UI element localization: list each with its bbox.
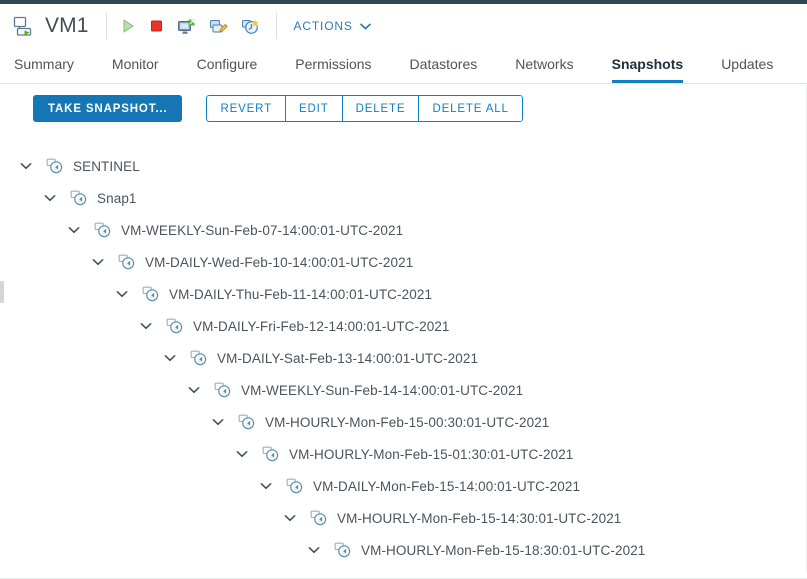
chevron-down-icon[interactable]	[114, 286, 130, 302]
tab-bar: Summary Monitor Configure Permissions Da…	[0, 48, 807, 84]
tree-node-label: VM-HOURLY-Mon-Feb-15-18:30:01-UTC-2021	[361, 542, 646, 558]
tree-node-label: VM-HOURLY-Mon-Feb-15-00:30:01-UTC-2021	[265, 414, 550, 430]
snapshot-icon	[46, 158, 63, 174]
tree-node-label: VM-HOURLY-Mon-Feb-15-14:30:01-UTC-2021	[337, 510, 622, 526]
tree-row[interactable]: VM-HOURLY-Mon-Feb-15-18:30:01-UTC-2021	[0, 534, 807, 566]
tree-node-label: VM-WEEKLY-Sun-Feb-14-14:00:01-UTC-2021	[241, 382, 524, 398]
object-header: VM1 ACTIONS	[0, 4, 807, 48]
take-snapshot-icon[interactable]	[241, 18, 260, 35]
snapshot-icon	[214, 382, 231, 398]
tree-node-label: VM-DAILY-Thu-Feb-11-14:00:01-UTC-2021	[169, 286, 433, 302]
launch-remote-console-icon[interactable]	[177, 18, 196, 35]
tree-node-label: VM-WEEKLY-Sun-Feb-07-14:00:01-UTC-2021	[121, 222, 404, 238]
power-off-icon[interactable]	[149, 18, 164, 34]
tree-row[interactable]: VM-DAILY-Mon-Feb-15-14:00:01-UTC-2021	[0, 470, 807, 502]
tab-datastores[interactable]: Datastores	[410, 57, 478, 83]
snapshot-icon	[94, 222, 111, 238]
chevron-down-icon[interactable]	[42, 190, 58, 206]
snapshot-icon	[70, 190, 87, 206]
tree-row[interactable]: VM-DAILY-Wed-Feb-10-14:00:01-UTC-2021	[0, 246, 807, 278]
tree-row[interactable]: VM-WEEKLY-Sun-Feb-14-14:00:01-UTC-2021	[0, 374, 807, 406]
tree-row[interactable]: VM-DAILY-Sat-Feb-13-14:00:01-UTC-2021	[0, 342, 807, 374]
snapshot-toolbar: TAKE SNAPSHOT... REVERT EDIT DELETE DELE…	[33, 95, 523, 122]
chevron-down-icon[interactable]	[234, 446, 250, 462]
tree-row[interactable]: VM-DAILY-Thu-Feb-11-14:00:01-UTC-2021	[0, 278, 807, 310]
vm-operation-toolbar	[121, 18, 260, 35]
tab-summary[interactable]: Summary	[14, 57, 74, 83]
virtual-machine-powered-on-icon	[13, 16, 32, 36]
tree-row[interactable]: Snap1	[0, 182, 807, 214]
chevron-down-icon[interactable]	[186, 382, 202, 398]
edit-settings-icon[interactable]	[209, 18, 229, 35]
chevron-down-icon[interactable]	[66, 222, 82, 238]
snapshot-icon	[262, 446, 279, 462]
chevron-down-icon[interactable]	[210, 414, 226, 430]
snapshot-icon	[310, 510, 327, 526]
tree-row[interactable]: VM-HOURLY-Mon-Feb-15-14:30:01-UTC-2021	[0, 502, 807, 534]
take-snapshot-button[interactable]: TAKE SNAPSHOT...	[33, 95, 183, 122]
tree-row[interactable]: VM-HOURLY-Mon-Feb-15-01:30:01-UTC-2021	[0, 438, 807, 470]
chevron-down-icon[interactable]	[138, 318, 154, 334]
tree-node-label: VM-DAILY-Mon-Feb-15-14:00:01-UTC-2021	[313, 478, 581, 494]
chevron-down-icon[interactable]	[18, 158, 34, 174]
tree-node-label: Snap1	[97, 190, 137, 206]
chevron-down-icon[interactable]	[306, 542, 322, 558]
chevron-down-icon	[359, 23, 371, 29]
tree-row[interactable]: VM-WEEKLY-Sun-Feb-07-14:00:01-UTC-2021	[0, 214, 807, 246]
tree-node-label: VM-HOURLY-Mon-Feb-15-01:30:01-UTC-2021	[289, 446, 574, 462]
snapshot-action-button-group: REVERT EDIT DELETE DELETE ALL	[206, 95, 523, 122]
tree-node-label: SENTINEL	[73, 158, 140, 174]
edit-button[interactable]: EDIT	[285, 95, 342, 122]
snapshot-icon	[118, 254, 135, 270]
snapshot-tree: SENTINEL Snap1 VM-WEEKLY-Sun-Feb-07-14:00:…	[0, 150, 807, 566]
tab-networks[interactable]: Networks	[515, 57, 573, 83]
delete-button[interactable]: DELETE	[341, 95, 419, 122]
delete-all-button[interactable]: DELETE ALL	[418, 95, 523, 122]
tab-monitor[interactable]: Monitor	[112, 57, 159, 83]
tab-permissions[interactable]: Permissions	[295, 57, 371, 83]
header-divider-1	[106, 13, 108, 39]
snapshot-icon	[286, 478, 303, 494]
chevron-down-icon[interactable]	[258, 478, 274, 494]
power-on-icon[interactable]	[121, 18, 136, 34]
tree-node-label: VM-DAILY-Sat-Feb-13-14:00:01-UTC-2021	[217, 350, 479, 366]
tree-node-label: VM-DAILY-Fri-Feb-12-14:00:01-UTC-2021	[193, 318, 450, 334]
revert-button[interactable]: REVERT	[206, 95, 285, 122]
chevron-down-icon[interactable]	[162, 350, 178, 366]
tree-row[interactable]: VM-HOURLY-Mon-Feb-15-00:30:01-UTC-2021	[0, 406, 807, 438]
tab-snapshots[interactable]: Snapshots	[611, 57, 684, 83]
actions-menu-button[interactable]: ACTIONS	[293, 19, 371, 33]
snapshot-icon	[142, 286, 159, 302]
tab-configure[interactable]: Configure	[197, 57, 258, 83]
page-title: VM1	[45, 14, 89, 37]
chevron-down-icon[interactable]	[90, 254, 106, 270]
tree-node-label: VM-DAILY-Wed-Feb-10-14:00:01-UTC-2021	[145, 254, 414, 270]
snapshot-icon	[238, 414, 255, 430]
snapshot-icon	[166, 318, 183, 334]
snapshot-icon	[334, 542, 351, 558]
chevron-down-icon[interactable]	[282, 510, 298, 526]
tree-row[interactable]: VM-DAILY-Fri-Feb-12-14:00:01-UTC-2021	[0, 310, 807, 342]
snapshot-icon	[190, 350, 207, 366]
tab-updates[interactable]: Updates	[721, 57, 773, 83]
tree-row[interactable]: SENTINEL	[0, 150, 807, 182]
header-divider-2	[276, 13, 278, 39]
actions-menu-label: ACTIONS	[293, 19, 353, 33]
